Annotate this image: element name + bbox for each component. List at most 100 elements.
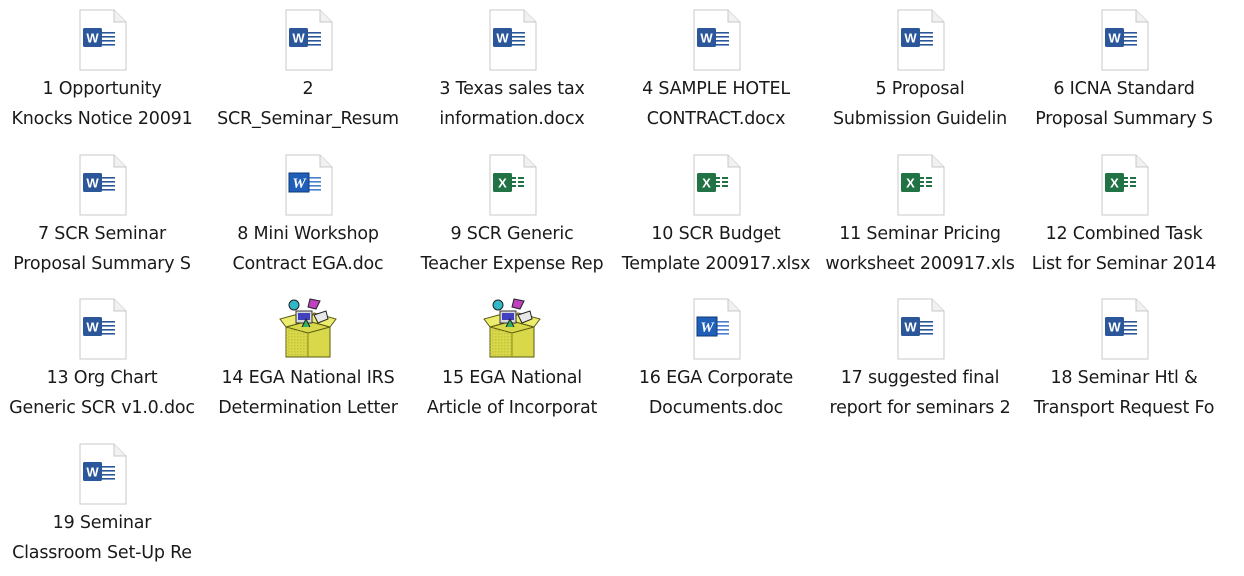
- file-name-line-2: CONTRACT.docx: [646, 109, 786, 129]
- file-item[interactable]: 15 EGA National Article of Incorporat: [410, 291, 614, 431]
- svg-text:W: W: [904, 320, 917, 335]
- file-name-label: 3 Texas sales tax information.docx: [410, 74, 614, 134]
- file-name-label: 17 suggested final report for seminars 2: [818, 363, 1022, 423]
- file-item[interactable]: W 5 Proposal Submission Guidelin: [818, 2, 1022, 142]
- file-item[interactable]: W 2 SCR_Seminar_Resum: [206, 2, 410, 142]
- file-name-line-1: 8 Mini Workshop: [237, 224, 379, 244]
- file-name-label: 4 SAMPLE HOTEL CONTRACT.docx: [614, 74, 818, 134]
- file-item[interactable]: W 16 EGA Corporate Documents.doc: [614, 291, 818, 431]
- file-name-line-2: worksheet 200917.xls: [825, 254, 1015, 274]
- excel-sheet-icon: X: [1092, 153, 1156, 217]
- word-doc-icon: W: [70, 297, 134, 361]
- file-name-line-2: List for Seminar 2014: [1031, 254, 1217, 274]
- file-name-line-2: Documents.doc: [648, 398, 784, 418]
- file-item[interactable]: W 18 Seminar Htl & Transport Request Fo: [1022, 291, 1226, 431]
- file-name-line-2: Proposal Summary S: [13, 254, 191, 274]
- file-name-label: 10 SCR Budget Template 200917.xlsx: [614, 219, 818, 279]
- file-name-line-2: Proposal Summary S: [1035, 109, 1213, 129]
- file-name-line-1: 13 Org Chart: [46, 368, 158, 388]
- file-name-line-2: Template 200917.xlsx: [621, 254, 811, 274]
- file-item[interactable]: X 10 SCR Budget Template 200917.xlsx: [614, 147, 818, 287]
- file-item[interactable]: W 1 Opportunity Knocks Notice 20091: [0, 2, 204, 142]
- file-name-line-1: 2: [302, 79, 314, 99]
- file-name-label: 2 SCR_Seminar_Resum: [206, 74, 410, 134]
- file-item[interactable]: W 6 ICNA Standard Proposal Summary S: [1022, 2, 1226, 142]
- file-name-label: 14 EGA National IRS Determination Letter: [206, 363, 410, 423]
- svg-text:W: W: [904, 31, 917, 46]
- word-legacy-doc-icon: W: [684, 297, 748, 361]
- package-box-icon: [480, 297, 544, 361]
- file-name-line-2: Determination Letter: [218, 398, 398, 418]
- file-name-line-1: 9 SCR Generic: [450, 224, 574, 244]
- file-name-label: 12 Combined Task List for Seminar 2014: [1022, 219, 1226, 279]
- word-doc-icon: W: [1092, 8, 1156, 72]
- svg-text:W: W: [1108, 320, 1121, 335]
- file-name-label: 5 Proposal Submission Guidelin: [818, 74, 1022, 134]
- svg-text:X: X: [702, 176, 711, 191]
- package-box-icon: [276, 297, 340, 361]
- svg-text:W: W: [86, 31, 99, 46]
- file-name-line-1: 7 SCR Seminar: [38, 224, 166, 244]
- excel-sheet-icon: X: [888, 153, 952, 217]
- file-name-label: 1 Opportunity Knocks Notice 20091: [0, 74, 204, 134]
- file-name-line-1: 4 SAMPLE HOTEL: [642, 79, 790, 99]
- word-legacy-doc-icon: W: [276, 153, 340, 217]
- file-item[interactable]: W 4 SAMPLE HOTEL CONTRACT.docx: [614, 2, 818, 142]
- word-doc-icon: W: [888, 297, 952, 361]
- file-item[interactable]: 14 EGA National IRS Determination Letter: [206, 291, 410, 431]
- file-name-line-1: 12 Combined Task: [1045, 224, 1203, 244]
- excel-sheet-icon: X: [480, 153, 544, 217]
- file-item[interactable]: X 12 Combined Task List for Seminar 2014: [1022, 147, 1226, 287]
- svg-text:X: X: [906, 176, 915, 191]
- svg-text:W: W: [86, 176, 99, 191]
- file-name-label: 18 Seminar Htl & Transport Request Fo: [1022, 363, 1226, 423]
- word-doc-icon: W: [276, 8, 340, 72]
- file-name-label: 19 Seminar Classroom Set-Up Re: [0, 508, 204, 568]
- file-name-line-2: Knocks Notice 20091: [11, 109, 193, 129]
- word-doc-icon: W: [70, 8, 134, 72]
- file-name-line-2: Teacher Expense Rep: [420, 254, 604, 274]
- svg-text:W: W: [496, 31, 509, 46]
- file-item[interactable]: W 17 suggested final report for seminars …: [818, 291, 1022, 431]
- word-doc-icon: W: [70, 442, 134, 506]
- file-name-line-1: 11 Seminar Pricing: [839, 224, 1001, 244]
- file-name-line-2: information.docx: [439, 109, 585, 129]
- svg-text:W: W: [86, 465, 99, 480]
- file-name-line-1: 3 Texas sales tax: [439, 79, 585, 99]
- file-name-line-2: report for seminars 2: [829, 398, 1011, 418]
- file-name-label: 16 EGA Corporate Documents.doc: [614, 363, 818, 423]
- file-name-label: 15 EGA National Article of Incorporat: [410, 363, 614, 423]
- file-name-line-1: 10 SCR Budget: [651, 224, 781, 244]
- file-item[interactable]: X 11 Seminar Pricing worksheet 200917.xls: [818, 147, 1022, 287]
- file-item[interactable]: W 13 Org Chart Generic SCR v1.0.doc: [0, 291, 204, 431]
- file-name-line-2: Contract EGA.doc: [232, 254, 384, 274]
- file-item[interactable]: W 8 Mini Workshop Contract EGA.doc: [206, 147, 410, 287]
- file-item[interactable]: W 19 Seminar Classroom Set-Up Re: [0, 436, 204, 576]
- file-name-line-1: 14 EGA National IRS: [221, 368, 395, 388]
- file-name-line-2: Generic SCR v1.0.doc: [9, 398, 195, 418]
- excel-sheet-icon: X: [684, 153, 748, 217]
- file-name-line-2: Article of Incorporat: [426, 398, 598, 418]
- svg-text:X: X: [498, 176, 507, 191]
- file-name-label: 9 SCR Generic Teacher Expense Rep: [410, 219, 614, 279]
- file-name-line-1: 1 Opportunity: [42, 79, 162, 99]
- word-doc-icon: W: [1092, 297, 1156, 361]
- file-name-line-2: Transport Request Fo: [1033, 398, 1215, 418]
- file-item[interactable]: X 9 SCR Generic Teacher Expense Rep: [410, 147, 614, 287]
- word-doc-icon: W: [684, 8, 748, 72]
- svg-text:X: X: [1110, 176, 1119, 191]
- svg-text:W: W: [1108, 31, 1121, 46]
- file-name-line-1: 5 Proposal: [875, 79, 965, 99]
- file-item[interactable]: W 7 SCR Seminar Proposal Summary S: [0, 147, 204, 287]
- file-name-label: 8 Mini Workshop Contract EGA.doc: [206, 219, 410, 279]
- file-name-line-2: Classroom Set-Up Re: [12, 543, 192, 563]
- svg-text:W: W: [700, 31, 713, 46]
- word-doc-icon: W: [888, 8, 952, 72]
- file-name-line-2: SCR_Seminar_Resum: [217, 109, 399, 129]
- svg-text:W: W: [292, 176, 307, 192]
- file-name-line-1: 18 Seminar Htl &: [1050, 368, 1198, 388]
- file-name-line-1: 16 EGA Corporate: [638, 368, 794, 388]
- file-item[interactable]: W 3 Texas sales tax information.docx: [410, 2, 614, 142]
- file-name-label: 11 Seminar Pricing worksheet 200917.xls: [818, 219, 1022, 279]
- svg-text:W: W: [700, 320, 715, 336]
